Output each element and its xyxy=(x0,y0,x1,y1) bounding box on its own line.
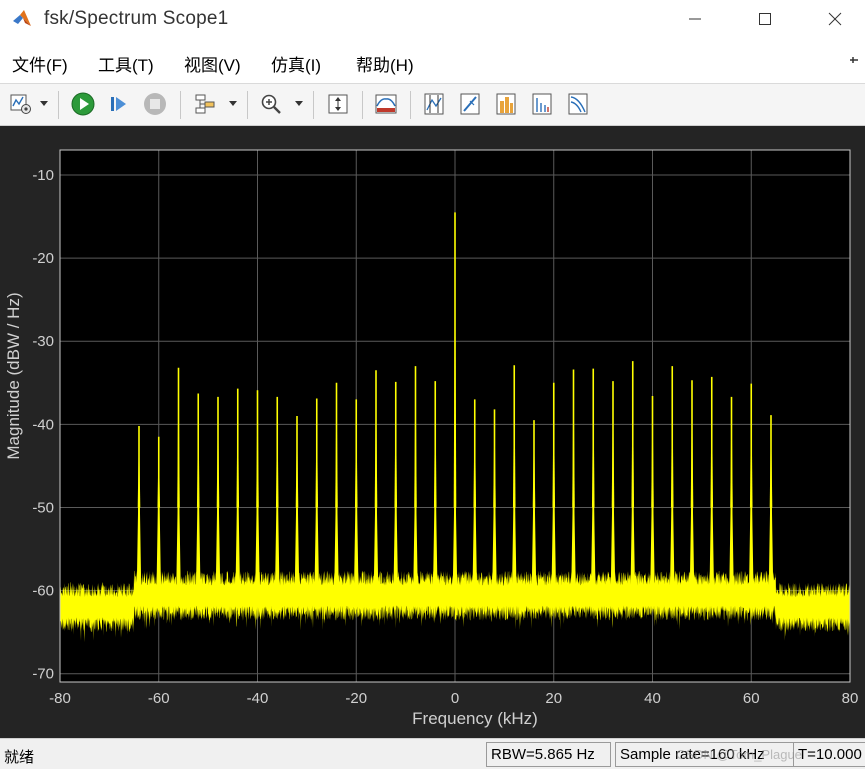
cursor-measurements-icon xyxy=(424,93,444,115)
menu-help[interactable]: 帮助(H) xyxy=(356,51,414,76)
toolbar-separator xyxy=(362,91,363,119)
x-tick-label: 40 xyxy=(644,690,661,707)
menu-tools[interactable]: 工具(T) xyxy=(98,51,154,76)
menu-bar: 文件(F) 工具(T) 视图(V) 仿真(I) 帮助(H) xyxy=(0,38,865,84)
channel-measurements-button[interactable] xyxy=(491,89,521,119)
step-forward-icon xyxy=(111,97,126,111)
scope-settings-button[interactable] xyxy=(6,89,36,119)
minimize-button[interactable] xyxy=(672,0,718,38)
x-tick-label: 0 xyxy=(451,690,459,707)
watermark: CSDN @Tom_Plague xyxy=(676,747,802,762)
y-tick-label: -50 xyxy=(32,499,54,516)
x-tick-label: -80 xyxy=(49,690,71,707)
status-time: T=10.000 xyxy=(793,742,865,767)
toolbar-separator xyxy=(180,91,181,119)
step-forward-button[interactable] xyxy=(104,89,134,119)
toolbar-separator xyxy=(58,91,59,119)
plot-area: -80 -60 -40 -20 0 20 40 60 80 -10 -20 -30 -40 -50 -60 -… xyxy=(0,126,865,738)
distortion-measurements-button[interactable] xyxy=(527,89,557,119)
y-axis-label: Magnitude (dBW / Hz) xyxy=(4,292,23,459)
autoscale-button[interactable] xyxy=(323,89,353,119)
y-tick-label: -40 xyxy=(32,416,54,433)
signal-routing-icon xyxy=(195,94,215,114)
autoscale-icon xyxy=(328,94,348,114)
menu-view[interactable]: 视图(V) xyxy=(184,51,241,76)
minimize-icon xyxy=(689,18,701,20)
x-axis-label: Frequency (kHz) xyxy=(412,709,538,728)
y-tick-label: -20 xyxy=(32,250,54,267)
toolbar-separator xyxy=(410,91,411,119)
status-bar: 就绪 RBW=5.865 Hz Sample rate=160 kHz T=10… xyxy=(0,738,865,769)
matlab-logo-icon xyxy=(12,9,32,29)
window-title: fsk/Spectrum Scope1 xyxy=(44,8,229,29)
toolbar-separator xyxy=(247,91,248,119)
signal-routing-dropdown-icon[interactable] xyxy=(229,101,237,106)
spectrum-settings-icon xyxy=(375,94,397,114)
y-tick-label: -70 xyxy=(32,666,54,683)
close-button[interactable] xyxy=(812,0,858,38)
menu-file[interactable]: 文件(F) xyxy=(12,51,68,76)
x-tick-label: 80 xyxy=(842,690,859,707)
x-tick-label: -40 xyxy=(247,690,269,707)
close-icon xyxy=(828,12,842,26)
ccdf-measurements-icon xyxy=(568,93,588,115)
x-tick-label: -60 xyxy=(148,690,170,707)
status-rbw: RBW=5.865 Hz xyxy=(486,742,611,767)
ccdf-measurements-button[interactable] xyxy=(563,89,593,119)
x-tick-label: -20 xyxy=(345,690,367,707)
title-bar: fsk/Spectrum Scope1 xyxy=(0,0,865,38)
stop-icon xyxy=(144,93,166,115)
stop-button[interactable] xyxy=(140,89,170,119)
signal-routing-button[interactable] xyxy=(190,89,220,119)
zoom-dropdown-icon[interactable] xyxy=(295,101,303,106)
run-icon xyxy=(71,92,95,116)
toolbar xyxy=(0,84,865,126)
peak-finder-icon xyxy=(460,93,480,115)
y-tick-label: -30 xyxy=(32,333,54,350)
y-tick-label: -10 xyxy=(32,167,54,184)
pin-icon[interactable] xyxy=(849,52,859,68)
scope-settings-icon xyxy=(10,94,31,114)
spectrum-chart[interactable]: -80 -60 -40 -20 0 20 40 60 80 -10 -20 -30 -40 -50 -60 -… xyxy=(0,126,865,738)
status-ready: 就绪 xyxy=(4,749,35,766)
zoom-icon xyxy=(261,94,281,114)
toolbar-separator xyxy=(313,91,314,119)
spectrum-settings-button[interactable] xyxy=(371,89,401,119)
menu-simulation[interactable]: 仿真(I) xyxy=(271,51,321,76)
distortion-measurements-icon xyxy=(532,93,552,115)
maximize-icon xyxy=(759,13,771,25)
y-tick-label: -60 xyxy=(32,583,54,600)
x-tick-label: 60 xyxy=(743,690,760,707)
peak-finder-button[interactable] xyxy=(455,89,485,119)
run-button[interactable] xyxy=(68,89,98,119)
cursor-measurements-button[interactable] xyxy=(419,89,449,119)
zoom-button[interactable] xyxy=(256,89,286,119)
maximize-button[interactable] xyxy=(742,0,788,38)
x-tick-label: 20 xyxy=(545,690,562,707)
scope-settings-dropdown-icon[interactable] xyxy=(40,101,48,106)
channel-measurements-icon xyxy=(496,93,516,115)
